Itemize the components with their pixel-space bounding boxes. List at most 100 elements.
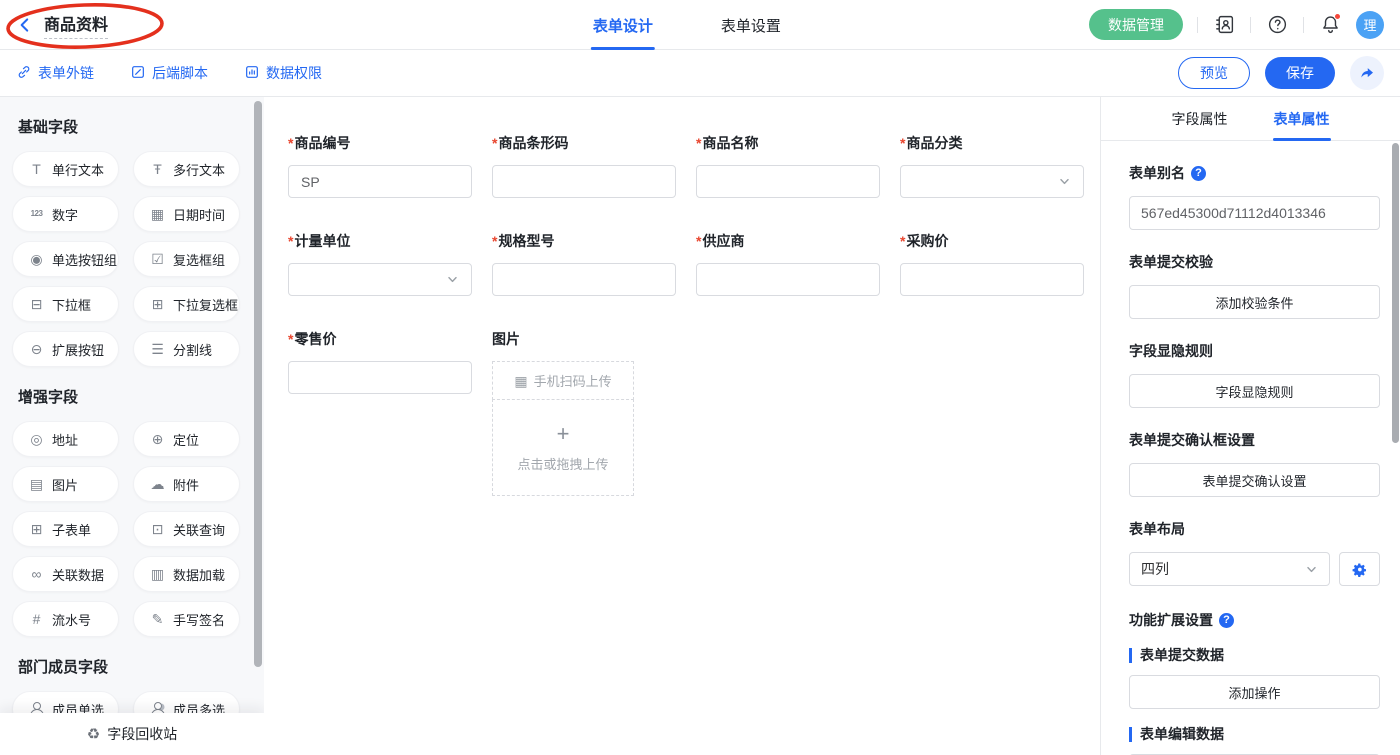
field-item-number[interactable]: 123数字 (12, 196, 119, 232)
field-item-subform[interactable]: ⊞子表单 (12, 511, 119, 547)
field-select[interactable] (288, 263, 472, 296)
field-label: *计量单位 (288, 231, 472, 251)
plus-icon: + (557, 423, 570, 445)
添加操作-button[interactable]: 添加操作 (1129, 675, 1380, 709)
添加校验条件-button[interactable]: 添加校验条件 (1129, 285, 1380, 319)
field-item-image[interactable]: ▤图片 (12, 466, 119, 502)
tab-表单设计[interactable]: 表单设计 (593, 0, 653, 50)
required-asterisk: * (492, 135, 497, 151)
field-input[interactable] (492, 263, 676, 296)
field-item-extend-button[interactable]: ⊖扩展按钮 (12, 331, 119, 367)
drag-upload-label: 点击或拖拽上传 (517, 454, 608, 473)
field-item-label: 分割线 (173, 340, 212, 359)
toolbar-link-label: 表单外链 (38, 63, 94, 83)
layout-select-value: 四列 (1141, 559, 1169, 579)
field-input[interactable] (696, 263, 880, 296)
field-label: *商品名称 (696, 133, 880, 153)
field-input[interactable] (492, 165, 676, 198)
panel-tab-表单属性[interactable]: 表单属性 (1274, 97, 1330, 141)
serial-number-icon: # (28, 612, 45, 626)
field-item-select[interactable]: ⊟下拉框 (12, 286, 119, 322)
form-toolbar: 表单外链 后端脚本 数据权限 预览 保存 (0, 50, 1400, 97)
required-asterisk: * (900, 135, 905, 151)
toolbar-link-后端脚本[interactable]: 后端脚本 (130, 63, 208, 83)
field-item-radio-group[interactable]: ◉单选按钮组 (12, 241, 119, 277)
back-icon[interactable] (16, 16, 34, 34)
canvas-field-商品名称[interactable]: *商品名称 (696, 133, 880, 198)
field-item-label: 下拉框 (52, 295, 91, 314)
signature-icon: ✎ (149, 612, 166, 626)
canvas-field-商品条形码[interactable]: *商品条形码 (492, 133, 676, 198)
canvas-field-规格型号[interactable]: *规格型号 (492, 231, 676, 296)
field-item-checkbox-group[interactable]: ☑复选框组 (133, 241, 240, 277)
field-grid: T单行文本 Ŧ多行文本 123数字 ▦日期时间 ◉单选按钮组 ☑复选框组 ⊟下拉框 ⊞下拉复选… (12, 151, 252, 367)
help-icon[interactable]: ? (1191, 166, 1206, 181)
form-design-canvas: *商品编号 SP *商品条形码 *商品名称 *商品分类 *计量单位 *规格型号 *供应商 *采购… (264, 97, 1100, 755)
canvas-field-采购价[interactable]: *采购价 (900, 231, 1084, 296)
canvas-field-供应商[interactable]: *供应商 (696, 231, 880, 296)
canvas-field-商品编号[interactable]: *商品编号 SP (288, 133, 472, 198)
panel-scrollbar-thumb[interactable] (1392, 143, 1399, 443)
form-alias-input[interactable]: 567ed45300d71112d4013346 (1129, 196, 1380, 230)
chevron-down-icon (1058, 175, 1071, 188)
toolbar-link-表单外链[interactable]: 表单外链 (16, 63, 94, 83)
preview-button[interactable]: 预览 (1178, 57, 1250, 89)
field-item-attachment[interactable]: ☁附件 (133, 466, 240, 502)
field-item-link-data[interactable]: ∞关联数据 (12, 556, 119, 592)
field-input[interactable] (696, 165, 880, 198)
layout-settings-button[interactable] (1339, 552, 1380, 586)
field-item-location[interactable]: ⊕定位 (133, 421, 240, 457)
panel-section-title: 表单布局 (1129, 519, 1380, 539)
field-item-multi-select[interactable]: ⊞下拉复选框 (133, 286, 240, 322)
field-label: 图片 (492, 329, 676, 349)
toolbar-link-数据权限[interactable]: 数据权限 (244, 63, 322, 83)
link-query-icon: ⊡ (149, 522, 166, 536)
address-book-icon[interactable] (1212, 13, 1236, 37)
field-select[interactable] (900, 165, 1084, 198)
scan-upload-label: 手机扫码上传 (534, 371, 612, 390)
field-item-address[interactable]: ◎地址 (12, 421, 119, 457)
field-item-label: 扩展按钮 (52, 340, 104, 359)
share-button[interactable] (1350, 56, 1384, 90)
field-item-serial-number[interactable]: #流水号 (12, 601, 119, 637)
form-title[interactable]: 商品资料 (44, 11, 108, 39)
field-item-signature[interactable]: ✎手写签名 (133, 601, 240, 637)
field-item-divider[interactable]: ☰ 分割线 (133, 331, 240, 367)
scan-upload-button[interactable]: ▦手机扫码上传 (492, 361, 634, 400)
canvas-field-零售价[interactable]: *零售价 (288, 329, 472, 394)
canvas-field-商品分类[interactable]: *商品分类 (900, 133, 1084, 198)
panel-tab-字段属性[interactable]: 字段属性 (1172, 97, 1228, 141)
data-manage-button[interactable]: 数据管理 (1089, 9, 1183, 40)
field-item-link-query[interactable]: ⊡关联查询 (133, 511, 240, 547)
bell-icon[interactable] (1318, 13, 1342, 37)
field-item-single-line-text[interactable]: T单行文本 (12, 151, 119, 187)
subform-icon: ⊞ (28, 522, 45, 536)
app-header: 商品资料 表单设计 表单设置 数据管理 理 (0, 0, 1400, 50)
sidebar-scrollbar-thumb[interactable] (254, 101, 262, 667)
data-load-icon: ▥ (149, 567, 166, 581)
field-input[interactable] (288, 361, 472, 394)
save-button[interactable]: 保存 (1265, 57, 1335, 89)
tab-表单设置[interactable]: 表单设置 (721, 0, 781, 50)
field-label: *商品编号 (288, 133, 472, 153)
field-input[interactable]: SP (288, 165, 472, 198)
panel-section-title-text: 表单别名 (1129, 163, 1185, 183)
panel-section-title-text: 功能扩展设置 (1129, 610, 1213, 630)
canvas-field-图片[interactable]: 图片 ▦手机扫码上传 + 点击或拖拽上传 (492, 329, 676, 496)
field-item-datetime[interactable]: ▦日期时间 (133, 196, 240, 232)
avatar[interactable]: 理 (1356, 11, 1384, 39)
字段显隐规则-button[interactable]: 字段显隐规则 (1129, 374, 1380, 408)
help-icon[interactable] (1265, 13, 1289, 37)
drag-upload-area[interactable]: + 点击或拖拽上传 (492, 399, 634, 496)
help-icon[interactable]: ? (1219, 613, 1234, 628)
canvas-field-计量单位[interactable]: *计量单位 (288, 231, 472, 296)
表单提交确认设置-button[interactable]: 表单提交确认设置 (1129, 463, 1380, 497)
field-item-data-load[interactable]: ▥数据加载 (133, 556, 240, 592)
field-input[interactable] (900, 263, 1084, 296)
field-item-multi-line-text[interactable]: Ŧ多行文本 (133, 151, 240, 187)
form-layout-select[interactable]: 四列 (1129, 552, 1330, 586)
field-label: *规格型号 (492, 231, 676, 251)
divider-icon: ☰ (149, 342, 166, 356)
field-recycle-bin[interactable]: ♻ 字段回收站 (0, 713, 264, 755)
section-title: 基础字段 (18, 116, 246, 137)
